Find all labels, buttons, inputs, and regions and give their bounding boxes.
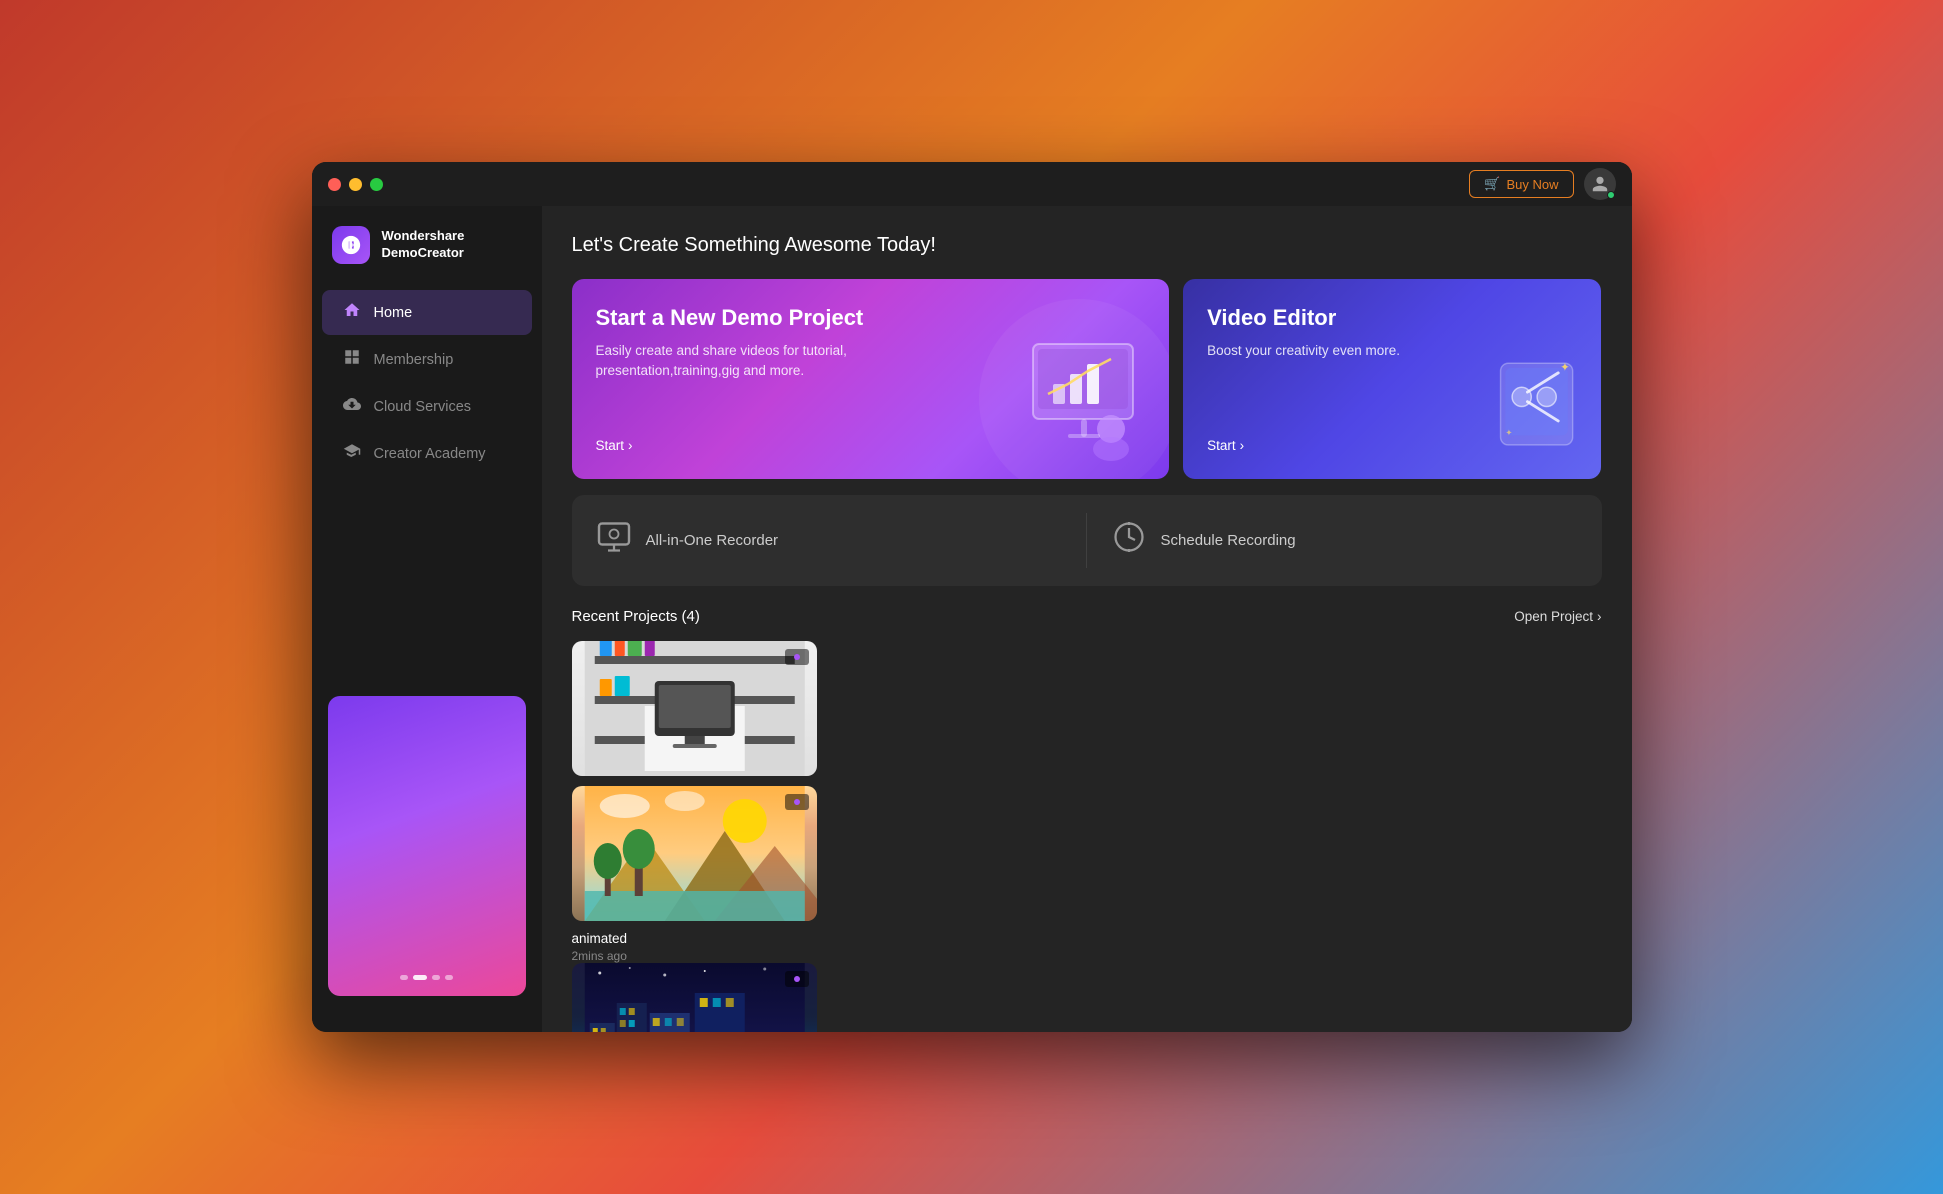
demo-start-label: Start [596,438,625,453]
logo-icon [340,234,362,256]
demo-card-description: Easily create and share videos for tutor… [596,341,898,382]
building-badge [785,971,809,987]
video-editor-card[interactable]: Video Editor Boost your creativity even … [1183,279,1601,479]
main-layout: Wondershare DemoCreator Home Membership [312,206,1632,1032]
close-button[interactable] [328,178,341,191]
sidebar-banner [328,696,526,996]
sidebar-item-creator-academy[interactable]: Creator Academy [322,431,532,476]
clock-icon [1111,519,1147,562]
svg-text:✦: ✦ [1561,362,1571,374]
user-avatar[interactable] [1584,168,1616,200]
logo-text: Wondershare DemoCreator [382,228,465,262]
content-area: Let's Create Something Awesome Today! St… [542,206,1632,1032]
projects-grid: working 4s ago [572,641,1602,1032]
app-window: 🛒 Buy Now [312,162,1632,1032]
logo-area: Wondershare DemoCreator [312,226,542,288]
project-name-animated: animated [572,931,818,946]
animated-badge [785,794,809,810]
banner-dots [400,975,453,980]
recent-section-header: Recent Projects (4) Open Project › [572,608,1602,625]
cloud-icon [342,395,362,418]
sidebar-item-home-label: Home [374,305,413,321]
titlebar: 🛒 Buy Now [312,162,1632,206]
project-card-building[interactable]: building 3mins ago [572,963,818,1032]
project-thumb-working: working 4s ago [572,641,818,776]
buy-now-button[interactable]: 🛒 Buy Now [1469,170,1573,198]
animated-thumbnail [572,786,818,921]
badge-dot [794,654,800,660]
app-logo [332,226,370,264]
online-indicator [1607,191,1615,199]
building-thumbnail [572,963,818,1032]
membership-icon [342,348,362,371]
sidebar-item-home[interactable]: Home [322,290,532,335]
badge-dot [794,976,800,982]
badge-dot [794,799,800,805]
sidebar-item-membership-label: Membership [374,352,454,368]
demo-card-title: Start a New Demo Project [596,305,1146,331]
sidebar-item-cloud-services-label: Cloud Services [374,399,472,415]
sidebar-item-cloud-services[interactable]: Cloud Services [322,384,532,429]
top-cards: Start a New Demo Project Easily create a… [572,279,1602,479]
sidebar-item-membership[interactable]: Membership [322,337,532,382]
project-thumb-animated [572,786,818,921]
video-card-title: Video Editor [1207,305,1577,331]
demo-start-arrow: › [628,438,633,453]
open-project-label: Open Project [1514,609,1593,624]
user-icon [1591,175,1609,193]
working-badge [785,649,809,665]
open-project-link[interactable]: Open Project › [1514,609,1601,624]
all-in-one-label: All-in-One Recorder [646,532,779,549]
sidebar-item-creator-academy-label: Creator Academy [374,446,486,462]
page-title: Let's Create Something Awesome Today! [572,234,1602,257]
banner-dot-1 [400,975,408,980]
home-icon [342,301,362,324]
titlebar-actions: 🛒 Buy Now [1469,168,1615,200]
monitor-icon [596,519,632,562]
buy-now-label: Buy Now [1506,177,1558,192]
maximize-button[interactable] [370,178,383,191]
project-card-animated[interactable]: animated 2mins ago [572,786,818,963]
cart-icon: 🛒 [1484,176,1500,192]
working-thumbnail [572,641,818,776]
sidebar-nav: Home Membership Cloud Services [312,288,542,478]
banner-dot-2 [413,975,427,980]
project-card-working[interactable]: working 4s ago [572,641,818,1032]
minimize-button[interactable] [349,178,362,191]
project-time-animated: 2mins ago [572,949,818,963]
schedule-recording-label: Schedule Recording [1161,532,1296,549]
banner-dot-3 [432,975,440,980]
banner-dot-4 [445,975,453,980]
svg-text:✦: ✦ [1506,427,1514,437]
recorder-bar: All-in-One Recorder Schedule Recording [572,495,1602,586]
traffic-lights [328,178,383,191]
demo-project-card[interactable]: Start a New Demo Project Easily create a… [572,279,1170,479]
academy-icon [342,442,362,465]
sidebar: Wondershare DemoCreator Home Membership [312,206,542,1032]
project-thumb-building [572,963,818,1032]
open-project-arrow: › [1597,609,1602,624]
schedule-recording[interactable]: Schedule Recording [1087,513,1578,568]
demo-illustration [1023,329,1153,469]
all-in-one-recorder[interactable]: All-in-One Recorder [596,513,1087,568]
recent-projects-title: Recent Projects (4) [572,608,700,625]
video-start-label: Start [1207,438,1236,453]
video-start-arrow: › [1240,438,1245,453]
scissors-illustration: ✦ ✦ [1489,344,1589,469]
